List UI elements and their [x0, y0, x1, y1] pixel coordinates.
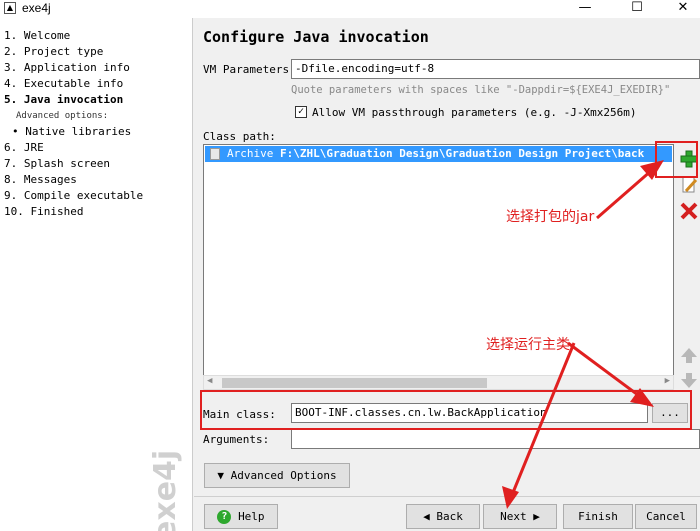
next-label: Next [500, 510, 527, 523]
step-java-invocation[interactable]: 5. Java invocation [4, 93, 123, 106]
advanced-options-label: Advanced Options [230, 469, 337, 482]
advanced-options-button[interactable]: ▼ Advanced Options [204, 463, 350, 488]
scroll-right-icon[interactable]: ▶ [665, 376, 670, 386]
step-welcome[interactable]: 1. Welcome [4, 29, 70, 42]
arrow-up-icon [681, 348, 697, 363]
help-icon: ? [217, 510, 232, 524]
step-splash-screen[interactable]: 7. Splash screen [4, 157, 110, 170]
arguments-input[interactable] [291, 429, 700, 449]
remove-classpath-button[interactable] [678, 200, 700, 224]
next-icon: ▶ [526, 510, 540, 523]
maximize-button[interactable]: ☐ [614, 0, 660, 18]
page-title: Configure Java invocation [203, 28, 429, 46]
dropdown-icon: ▼ [217, 469, 231, 482]
vm-parameters-label: VM Parameters: [203, 63, 296, 76]
jar-icon [210, 148, 220, 160]
back-button[interactable]: ◀ Back [406, 504, 480, 529]
add-button-highlight [655, 141, 698, 178]
class-path-hscroll[interactable]: ◀ ▶ [203, 375, 674, 390]
vm-parameters-hint: Quote parameters with spaces like "-Dapp… [291, 84, 671, 96]
step-executable-info[interactable]: 4. Executable info [4, 77, 123, 90]
passthrough-label: Allow VM passthrough parameters (e.g. -J… [312, 106, 637, 119]
scroll-left-icon[interactable]: ◀ [207, 376, 212, 386]
divider [194, 496, 700, 497]
steps-panel: 1. Welcome 2. Project type 3. Applicatio… [0, 18, 193, 531]
watermark-text: exe4j [148, 450, 183, 531]
annotation-select-jar: 选择打包的jar [506, 209, 595, 225]
window-title: exe4j [22, 1, 51, 15]
step-jre[interactable]: 6. JRE [4, 141, 44, 154]
app-icon: ▲ [4, 2, 16, 14]
remove-icon [680, 202, 698, 220]
step-project-type[interactable]: 2. Project type [4, 45, 103, 58]
exe4j-watermark: exe4j [148, 450, 183, 531]
next-button[interactable]: Next ▶ [483, 504, 557, 529]
finish-button[interactable]: Finish [563, 504, 633, 529]
title-bar: ▲ exe4j — ☐ ✕ [0, 0, 700, 18]
step-native-libraries[interactable]: • Native libraries [12, 125, 131, 138]
annotation-select-main-class: 选择运行主类 [486, 337, 570, 353]
class-path-entry[interactable]: Archive F:\ZHL\Graduation Design\Graduat… [205, 146, 672, 162]
passthrough-checkbox[interactable]: ✓ [295, 106, 307, 118]
step-compile-executable[interactable]: 9. Compile executable [4, 189, 143, 202]
entry-type: Archive [227, 147, 274, 160]
scroll-thumb[interactable] [222, 378, 487, 388]
class-path-label: Class path: [203, 130, 276, 143]
cancel-button[interactable]: Cancel [635, 504, 697, 529]
main-class-highlight [200, 390, 692, 430]
minimize-button[interactable]: — [562, 0, 608, 18]
advanced-options-heading: Advanced options: [16, 111, 109, 121]
step-application-info[interactable]: 3. Application info [4, 61, 130, 74]
close-button[interactable]: ✕ [660, 0, 700, 18]
vm-parameters-input[interactable]: -Dfile.encoding=utf-8 [291, 59, 700, 79]
arguments-label: Arguments: [203, 433, 270, 446]
step-finished[interactable]: 10. Finished [4, 205, 83, 218]
back-icon: ◀ [423, 510, 437, 523]
class-path-list[interactable]: Archive F:\ZHL\Graduation Design\Graduat… [203, 144, 674, 390]
main-content: Configure Java invocation VM Parameters:… [194, 18, 700, 531]
back-label: Back [436, 510, 463, 523]
help-label: Help [238, 510, 265, 523]
arrow-down-icon [681, 373, 697, 388]
step-messages[interactable]: 8. Messages [4, 173, 77, 186]
move-up-button[interactable] [678, 344, 700, 368]
entry-path: F:\ZHL\Graduation Design\Graduation Desi… [279, 147, 645, 160]
help-button[interactable]: ? Help [204, 504, 278, 529]
